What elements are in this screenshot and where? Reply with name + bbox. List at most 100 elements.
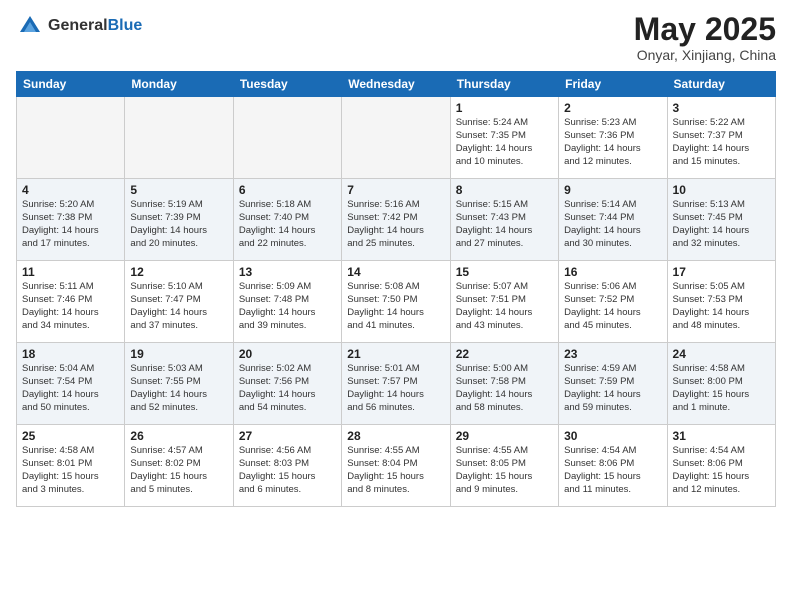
calendar-cell: 24 Sunrise: 4:58 AM Sunset: 8:00 PM Dayli… [667,343,775,425]
day-number: 13 [239,265,336,279]
day-number: 5 [130,183,227,197]
day-number: 19 [130,347,227,361]
day-number: 27 [239,429,336,443]
day-info: Sunrise: 5:10 AM Sunset: 7:47 PM Dayligh… [130,281,227,332]
day-number: 23 [564,347,661,361]
day-number: 24 [673,347,770,361]
day-number: 26 [130,429,227,443]
calendar-week-5: 25 Sunrise: 4:58 AM Sunset: 8:01 PM Dayli… [17,425,776,507]
title-block: May 2025 Onyar, Xinjiang, China [634,12,776,63]
calendar-cell: 28 Sunrise: 4:55 AM Sunset: 8:04 PM Dayli… [342,425,450,507]
day-number: 7 [347,183,444,197]
day-number: 17 [673,265,770,279]
calendar-cell: 11 Sunrise: 5:11 AM Sunset: 7:46 PM Dayli… [17,261,125,343]
calendar-cell: 19 Sunrise: 5:03 AM Sunset: 7:55 PM Dayli… [125,343,233,425]
day-info: Sunrise: 5:01 AM Sunset: 7:57 PM Dayligh… [347,363,444,414]
day-info: Sunrise: 5:20 AM Sunset: 7:38 PM Dayligh… [22,199,119,250]
calendar-cell [125,97,233,179]
calendar-week-3: 11 Sunrise: 5:11 AM Sunset: 7:46 PM Dayli… [17,261,776,343]
col-friday: Friday [559,72,667,97]
calendar-cell: 13 Sunrise: 5:09 AM Sunset: 7:48 PM Dayli… [233,261,341,343]
day-info: Sunrise: 4:54 AM Sunset: 8:06 PM Dayligh… [673,445,770,496]
header: GeneralBlue May 2025 Onyar, Xinjiang, Ch… [16,12,776,63]
calendar-cell: 29 Sunrise: 4:55 AM Sunset: 8:05 PM Dayli… [450,425,558,507]
day-number: 31 [673,429,770,443]
day-info: Sunrise: 4:55 AM Sunset: 8:04 PM Dayligh… [347,445,444,496]
logo-general: General [48,17,108,34]
calendar-header-row: Sunday Monday Tuesday Wednesday Thursday… [17,72,776,97]
calendar-cell [17,97,125,179]
day-info: Sunrise: 4:58 AM Sunset: 8:01 PM Dayligh… [22,445,119,496]
calendar-cell: 5Sunrise: 5:19 AM Sunset: 7:39 PM Daylig… [125,179,233,261]
calendar-cell: 26 Sunrise: 4:57 AM Sunset: 8:02 PM Dayli… [125,425,233,507]
day-info: Sunrise: 5:18 AM Sunset: 7:40 PM Dayligh… [239,199,336,250]
calendar-cell: 9Sunrise: 5:14 AM Sunset: 7:44 PM Daylig… [559,179,667,261]
calendar-week-1: 1 Sunrise: 5:24 AM Sunset: 7:35 PM Daylig… [17,97,776,179]
calendar-week-2: 4Sunrise: 5:20 AM Sunset: 7:38 PM Daylig… [17,179,776,261]
day-number: 6 [239,183,336,197]
day-number: 29 [456,429,553,443]
day-number: 11 [22,265,119,279]
col-wednesday: Wednesday [342,72,450,97]
calendar-cell: 12 Sunrise: 5:10 AM Sunset: 7:47 PM Dayli… [125,261,233,343]
day-info: Sunrise: 4:58 AM Sunset: 8:00 PM Dayligh… [673,363,770,414]
calendar-cell: 10 Sunrise: 5:13 AM Sunset: 7:45 PM Dayli… [667,179,775,261]
day-number: 3 [673,101,770,115]
day-number: 21 [347,347,444,361]
day-info: Sunrise: 5:24 AM Sunset: 7:35 PM Dayligh… [456,117,553,168]
day-info: Sunrise: 5:23 AM Sunset: 7:36 PM Dayligh… [564,117,661,168]
day-number: 1 [456,101,553,115]
day-number: 14 [347,265,444,279]
day-info: Sunrise: 5:08 AM Sunset: 7:50 PM Dayligh… [347,281,444,332]
calendar-cell: 8Sunrise: 5:15 AM Sunset: 7:43 PM Daylig… [450,179,558,261]
day-number: 20 [239,347,336,361]
col-monday: Monday [125,72,233,97]
calendar-cell: 14 Sunrise: 5:08 AM Sunset: 7:50 PM Dayli… [342,261,450,343]
calendar-cell: 20 Sunrise: 5:02 AM Sunset: 7:56 PM Dayli… [233,343,341,425]
calendar-cell: 15 Sunrise: 5:07 AM Sunset: 7:51 PM Dayli… [450,261,558,343]
calendar-cell: 30 Sunrise: 4:54 AM Sunset: 8:06 PM Dayli… [559,425,667,507]
day-number: 28 [347,429,444,443]
day-info: Sunrise: 5:02 AM Sunset: 7:56 PM Dayligh… [239,363,336,414]
day-info: Sunrise: 5:16 AM Sunset: 7:42 PM Dayligh… [347,199,444,250]
day-info: Sunrise: 4:55 AM Sunset: 8:05 PM Dayligh… [456,445,553,496]
logo: GeneralBlue [16,12,142,40]
calendar-cell: 25 Sunrise: 4:58 AM Sunset: 8:01 PM Dayli… [17,425,125,507]
day-info: Sunrise: 5:15 AM Sunset: 7:43 PM Dayligh… [456,199,553,250]
day-number: 25 [22,429,119,443]
day-info: Sunrise: 5:07 AM Sunset: 7:51 PM Dayligh… [456,281,553,332]
day-number: 30 [564,429,661,443]
calendar-cell: 1 Sunrise: 5:24 AM Sunset: 7:35 PM Daylig… [450,97,558,179]
day-info: Sunrise: 5:13 AM Sunset: 7:45 PM Dayligh… [673,199,770,250]
col-sunday: Sunday [17,72,125,97]
calendar-cell: 31 Sunrise: 4:54 AM Sunset: 8:06 PM Dayli… [667,425,775,507]
calendar-cell [233,97,341,179]
logo-icon [16,12,44,40]
col-tuesday: Tuesday [233,72,341,97]
day-number: 22 [456,347,553,361]
day-info: Sunrise: 5:11 AM Sunset: 7:46 PM Dayligh… [22,281,119,332]
day-info: Sunrise: 5:05 AM Sunset: 7:53 PM Dayligh… [673,281,770,332]
day-info: Sunrise: 4:54 AM Sunset: 8:06 PM Dayligh… [564,445,661,496]
day-number: 15 [456,265,553,279]
calendar-cell: 4Sunrise: 5:20 AM Sunset: 7:38 PM Daylig… [17,179,125,261]
calendar-week-4: 18Sunrise: 5:04 AM Sunset: 7:54 PM Dayli… [17,343,776,425]
day-number: 16 [564,265,661,279]
day-info: Sunrise: 5:04 AM Sunset: 7:54 PM Dayligh… [22,363,119,414]
day-info: Sunrise: 4:57 AM Sunset: 8:02 PM Dayligh… [130,445,227,496]
calendar-cell: 16Sunrise: 5:06 AM Sunset: 7:52 PM Dayli… [559,261,667,343]
calendar-cell: 23 Sunrise: 4:59 AM Sunset: 7:59 PM Dayli… [559,343,667,425]
day-number: 12 [130,265,227,279]
logo-text: GeneralBlue [48,17,142,35]
day-info: Sunrise: 5:09 AM Sunset: 7:48 PM Dayligh… [239,281,336,332]
day-info: Sunrise: 4:56 AM Sunset: 8:03 PM Dayligh… [239,445,336,496]
day-number: 10 [673,183,770,197]
day-info: Sunrise: 4:59 AM Sunset: 7:59 PM Dayligh… [564,363,661,414]
day-info: Sunrise: 5:03 AM Sunset: 7:55 PM Dayligh… [130,363,227,414]
col-saturday: Saturday [667,72,775,97]
calendar-cell: 27 Sunrise: 4:56 AM Sunset: 8:03 PM Dayli… [233,425,341,507]
calendar-page: GeneralBlue May 2025 Onyar, Xinjiang, Ch… [0,0,792,612]
day-info: Sunrise: 5:14 AM Sunset: 7:44 PM Dayligh… [564,199,661,250]
calendar-cell: 6 Sunrise: 5:18 AM Sunset: 7:40 PM Daylig… [233,179,341,261]
location: Onyar, Xinjiang, China [634,47,776,63]
